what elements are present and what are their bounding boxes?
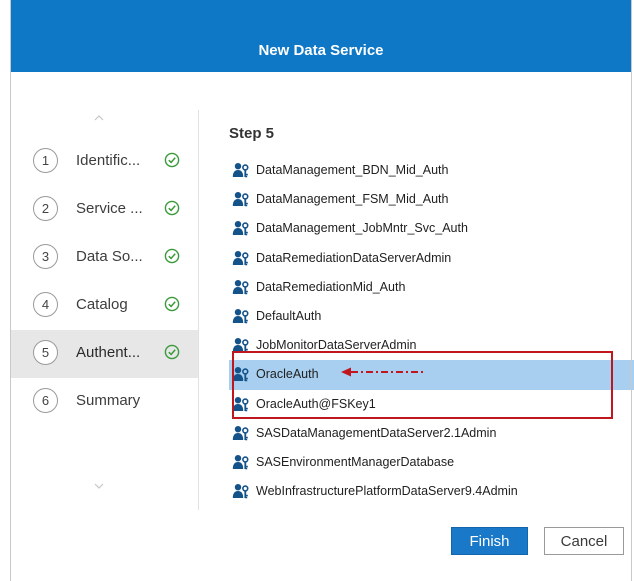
panel-divider (198, 110, 199, 510)
step-number: 2 (33, 196, 58, 221)
check-circle-icon (164, 152, 180, 168)
auth-list-item[interactable]: OracleAuth@FSKey1 (229, 390, 634, 419)
wizard-step-list: 1 Identific... 2 Service ... 3 Data So..… (10, 138, 198, 426)
auth-list-item[interactable]: JobMonitorDataServerAdmin (229, 331, 634, 360)
user-key-icon (232, 425, 250, 441)
auth-list-item-label: DataManagement_BDN_Mid_Auth (256, 163, 449, 177)
step-content: Step 5 DataManagement_BDN_Mid_Auth DataMa… (229, 125, 634, 499)
auth-list-item-label: DataManagement_FSM_Mid_Auth (256, 192, 449, 207)
auth-list-item-label: DataManagement_JobMntr_Svc_Auth (256, 221, 468, 236)
auth-list-item[interactable]: WebInfrastructurePlatformDataServer9.4Ad… (229, 477, 634, 506)
auth-list-item[interactable]: OracleAuth (229, 360, 634, 390)
auth-list-item[interactable]: SASEnvironmentManagerDatabase (229, 448, 634, 477)
user-key-icon (232, 250, 250, 266)
new-data-service-dialog: New Data Service 1 Identific... 2 Servic… (0, 0, 634, 581)
user-key-icon (232, 191, 250, 207)
auth-list-item-label: SASDataManagementDataServer2.1Admin (256, 425, 497, 440)
user-key-icon (232, 308, 250, 324)
user-key-icon (232, 337, 250, 353)
step-label: Identific... (76, 152, 141, 169)
auth-list-item-label: DefaultAuth (256, 308, 322, 323)
user-key-icon (232, 483, 250, 499)
auth-list-item[interactable]: DataManagement_FSM_Mid_Auth (229, 185, 634, 214)
auth-list-item-label: JobMonitorDataServerAdmin (256, 338, 417, 353)
auth-list-item-label: SASEnvironmentManagerDatabase (256, 454, 455, 469)
check-circle-icon (164, 200, 180, 216)
step-number: 1 (33, 148, 58, 173)
step-label: Data So... (76, 248, 143, 265)
user-key-icon (232, 220, 250, 236)
step-number: 5 (33, 340, 58, 365)
step-label: Authent... (76, 344, 141, 361)
auth-list-item[interactable]: SASDataManagementDataServer2.1Admin (229, 419, 634, 448)
wizard-step-summary[interactable]: 6 Summary (10, 378, 198, 426)
dialog-titlebar: New Data Service (10, 0, 632, 72)
user-key-icon (232, 366, 250, 382)
check-circle-icon (164, 248, 180, 264)
check-circle-icon (164, 344, 180, 360)
wizard-step-identification[interactable]: 1 Identific... (10, 138, 198, 186)
step-heading: Step 5 (229, 125, 275, 142)
user-key-icon (232, 396, 250, 412)
auth-list-item-label: DataRemediationMid_Auth (256, 279, 406, 294)
user-key-icon (232, 162, 250, 178)
dialog-title: New Data Service (258, 42, 384, 59)
step-label: Summary (76, 392, 141, 409)
user-key-icon (232, 454, 250, 470)
user-key-icon (232, 279, 250, 295)
auth-list-item[interactable]: DefaultAuth (229, 302, 634, 331)
wizard-step-catalog[interactable]: 4 Catalog (10, 282, 198, 330)
check-circle-icon (164, 296, 180, 312)
auth-list-item[interactable]: DataRemediationDataServerAdmin (229, 244, 634, 273)
chevron-down-icon[interactable] (94, 482, 104, 492)
auth-list-item[interactable]: DataManagement_JobMntr_Svc_Auth (229, 214, 634, 243)
auth-list-item-label: OracleAuth@FSKey1 (256, 396, 376, 411)
step-label: Catalog (76, 296, 128, 313)
step-number: 6 (33, 388, 58, 413)
annotation-arrow-icon (341, 367, 425, 377)
wizard-step-authentication[interactable]: 5 Authent... (10, 330, 198, 378)
auth-list-item-label: OracleAuth (256, 367, 319, 382)
auth-list-item-label: WebInfrastructurePlatformDataServer9.4Ad… (256, 484, 518, 499)
wizard-step-data-source[interactable]: 3 Data So... (10, 234, 198, 282)
auth-list-item-label: DataRemediationDataServerAdmin (256, 250, 452, 265)
cancel-button[interactable]: Cancel (544, 527, 624, 555)
auth-domain-list: DataManagement_BDN_Mid_Auth DataManagemen… (229, 156, 634, 506)
step-label: Service ... (76, 200, 143, 217)
chevron-up-icon[interactable] (94, 114, 104, 124)
step-number: 4 (33, 292, 58, 317)
auth-list-item[interactable]: DataManagement_BDN_Mid_Auth (229, 156, 634, 185)
finish-button[interactable]: Finish (451, 527, 528, 555)
wizard-step-service[interactable]: 2 Service ... (10, 186, 198, 234)
auth-list-item[interactable]: DataRemediationMid_Auth (229, 273, 634, 302)
step-number: 3 (33, 244, 58, 269)
